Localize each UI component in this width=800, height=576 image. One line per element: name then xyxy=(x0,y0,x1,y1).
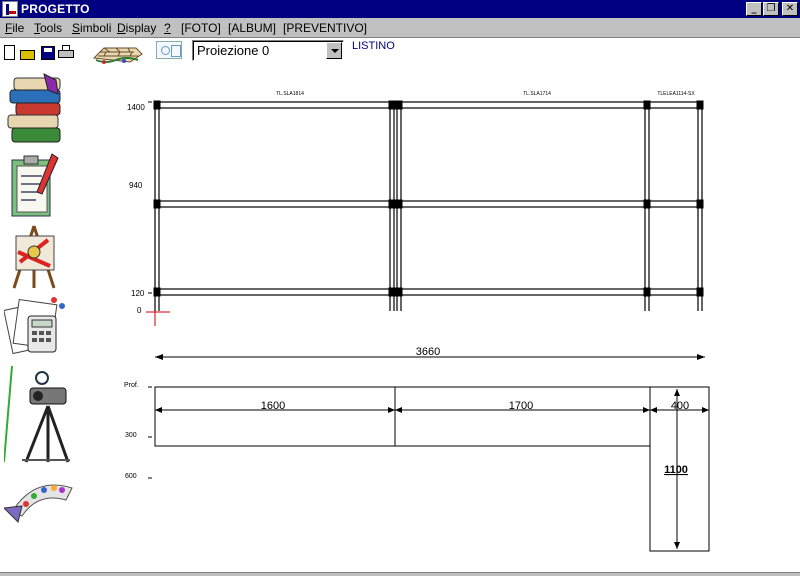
listino-link[interactable]: LISTINO xyxy=(352,40,395,52)
level-label-940: 940 xyxy=(129,181,143,190)
menu-simboli[interactable]: Simboli xyxy=(72,21,111,35)
module-code-2: TL.SLA1714 xyxy=(523,91,551,97)
module-width-dimensions xyxy=(155,389,709,549)
restore-button[interactable]: ❐ xyxy=(763,2,779,16)
drawing-canvas[interactable]: 1400 940 120 0 TL.SLA1814 TL.SLA1714 TLE… xyxy=(0,66,800,572)
app-icon[interactable] xyxy=(2,1,18,17)
origin-marker xyxy=(146,311,170,326)
minimize-button[interactable]: _ xyxy=(746,2,762,16)
end-depth-label: 1100 xyxy=(664,464,688,476)
module-width-1700: 1700 xyxy=(509,400,533,412)
menu-display[interactable]: Display xyxy=(117,21,156,35)
front-view xyxy=(148,100,704,311)
close-button[interactable]: ✕ xyxy=(782,2,798,16)
menu-preventivo[interactable]: [PREVENTIVO] xyxy=(283,21,367,35)
projection-select-value: Proiezione 0 xyxy=(197,43,270,58)
open-folder-icon[interactable] xyxy=(20,45,36,61)
depth-label-300: 300 xyxy=(125,432,137,439)
menu-bar: File Tools Simboli Display ? [FOTO] [ALB… xyxy=(0,18,800,38)
menu-help[interactable]: ? xyxy=(164,21,171,35)
menu-file[interactable]: File xyxy=(5,21,24,35)
projection-select[interactable]: Proiezione 0 xyxy=(192,40,344,61)
module-code-1: TL.SLA1814 xyxy=(276,91,304,97)
drawing-svg: 1400 940 120 0 TL.SLA1814 TL.SLA1714 TLE… xyxy=(124,91,710,552)
view-mode-icon[interactable] xyxy=(156,41,182,59)
window-title: PROGETTO xyxy=(21,2,90,16)
title-bar: PROGETTO _ ❐ ✕ xyxy=(0,0,800,18)
depth-label-prof: Prof. xyxy=(124,382,139,389)
module-width-1600: 1600 xyxy=(261,400,285,412)
menu-foto[interactable]: [FOTO] xyxy=(181,21,221,35)
menu-tools[interactable]: Tools xyxy=(34,21,62,35)
depth-label-600: 600 xyxy=(125,473,137,480)
new-file-icon[interactable] xyxy=(2,45,18,61)
save-disk-icon[interactable] xyxy=(40,45,56,61)
bricks-icon[interactable] xyxy=(90,40,144,66)
status-strip xyxy=(0,572,800,576)
level-label-1400: 1400 xyxy=(127,103,145,112)
total-width-label: 3660 xyxy=(416,346,440,358)
module-code-3: TLELEA1114-SX xyxy=(657,91,695,97)
menu-album[interactable]: [ALBUM] xyxy=(228,21,276,35)
print-icon[interactable] xyxy=(58,45,74,61)
plan-view xyxy=(154,386,710,552)
level-label-120: 120 xyxy=(131,289,145,298)
level-label-0: 0 xyxy=(137,306,142,315)
chevron-down-icon[interactable] xyxy=(326,42,342,59)
module-width-400: 400 xyxy=(671,400,689,412)
